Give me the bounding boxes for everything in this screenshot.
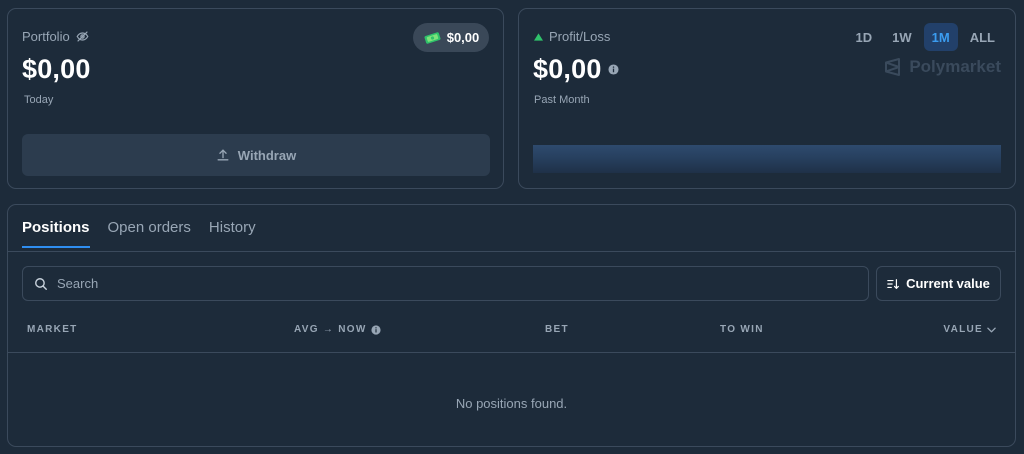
table-header-divider: [8, 352, 1015, 353]
polymarket-watermark: Polymarket: [883, 57, 1001, 77]
polymarket-logo-icon: [883, 57, 903, 77]
range-tab-1d[interactable]: 1D: [848, 23, 881, 51]
column-header-market[interactable]: MARKET: [27, 324, 78, 335]
profit-loss-header: Profit/Loss: [534, 29, 610, 44]
search-input[interactable]: [57, 276, 837, 291]
search-icon: [34, 277, 48, 291]
column-market-label: MARKET: [27, 324, 78, 335]
time-range-tabs: 1D 1W 1M ALL: [848, 23, 1003, 51]
column-header-value[interactable]: VALUE: [943, 324, 996, 335]
column-value-label: VALUE: [943, 324, 983, 335]
range-tab-all[interactable]: ALL: [962, 23, 1003, 51]
profit-loss-period: Past Month: [534, 94, 590, 106]
tab-history[interactable]: History: [209, 219, 256, 248]
tab-positions[interactable]: Positions: [22, 219, 90, 248]
profit-loss-title: Profit/Loss: [549, 29, 611, 44]
profit-loss-value-row: $0,00: [533, 54, 619, 85]
cash-icon: [423, 31, 442, 44]
empty-state-message: No positions found.: [455, 396, 568, 411]
eye-off-icon[interactable]: [76, 30, 89, 43]
portfolio-header: Portfolio: [22, 29, 89, 44]
column-avg-now-label: AVG → NOW: [294, 324, 367, 335]
profit-loss-chart[interactable]: [533, 145, 1001, 173]
portfolio-period: Today: [24, 94, 54, 106]
info-icon[interactable]: [608, 64, 619, 75]
search-field[interactable]: [22, 266, 869, 301]
column-header-to-win[interactable]: TO WIN: [720, 324, 764, 335]
cash-balance-value: $0,00: [446, 30, 480, 45]
portfolio-title: Portfolio: [22, 29, 70, 44]
sort-label: Current value: [906, 276, 990, 291]
tab-open-orders[interactable]: Open orders: [108, 219, 191, 248]
column-to-win-label: TO WIN: [720, 324, 764, 335]
upload-icon: [216, 148, 230, 162]
profit-loss-value: $0,00: [533, 54, 602, 84]
triangle-up-icon: [534, 32, 543, 41]
withdraw-button[interactable]: Withdraw: [22, 134, 490, 176]
sort-icon: [887, 278, 900, 290]
info-icon[interactable]: [371, 324, 381, 335]
sort-current-value-button[interactable]: Current value: [876, 266, 1001, 301]
chevron-down-icon: [987, 327, 996, 333]
positions-tabs: Positions Open orders History: [22, 219, 256, 248]
portfolio-value: $0,00: [22, 54, 91, 84]
withdraw-label: Withdraw: [237, 147, 297, 163]
polymarket-wordmark: Polymarket: [909, 57, 1001, 76]
portfolio-card: Portfolio $0,00 Today $0,00 Withdraw: [7, 8, 504, 189]
tabs-divider: [8, 251, 1015, 252]
column-bet-label: BET: [545, 324, 569, 335]
range-tab-1w[interactable]: 1W: [884, 23, 920, 51]
positions-card: Positions Open orders History Current va…: [7, 204, 1016, 447]
range-tab-1m[interactable]: 1M: [923, 23, 958, 51]
cash-balance-badge[interactable]: $0,00: [413, 23, 489, 52]
column-header-bet[interactable]: BET: [545, 324, 569, 335]
profit-loss-card: Profit/Loss $0,00 Past Month 1D 1W 1M AL…: [518, 8, 1016, 189]
column-header-avg-now[interactable]: AVG → NOW: [294, 324, 381, 335]
